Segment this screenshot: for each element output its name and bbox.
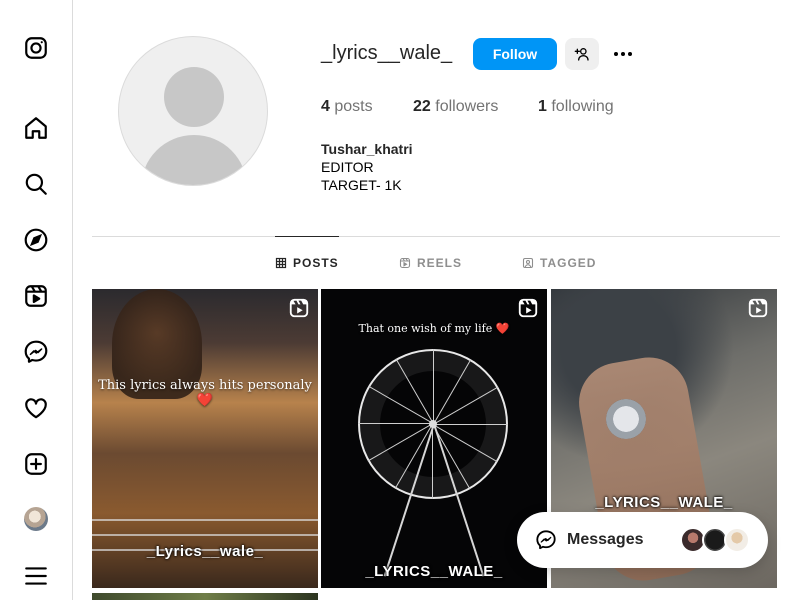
- reel-indicator-icon: [748, 298, 768, 318]
- messenger-icon: [536, 530, 556, 550]
- post-thumbnail[interactable]: [92, 593, 318, 600]
- create-icon[interactable]: [22, 450, 50, 478]
- tab-tagged[interactable]: TAGGED: [522, 256, 596, 270]
- post-watermark: _Lyrics__wale_: [146, 543, 264, 560]
- default-avatar-body: [141, 135, 247, 185]
- profile-full-name: Tushar_khatri: [321, 141, 413, 157]
- post-watermark: _LYRICS__WALE_: [365, 563, 503, 580]
- grid-icon: [275, 257, 287, 269]
- add-user-icon: [574, 48, 589, 61]
- reels-icon[interactable]: [22, 282, 50, 310]
- default-avatar-head: [164, 67, 224, 127]
- tag-icon: [522, 257, 534, 269]
- followers-stat[interactable]: 22 followers: [413, 98, 498, 116]
- tab-posts[interactable]: POSTS: [275, 256, 339, 270]
- post-caption: This lyrics always hits personaly ❤️: [98, 378, 312, 408]
- fence-rail: [92, 519, 318, 521]
- posts-stat: 4 posts: [321, 98, 373, 116]
- following-stat[interactable]: 1 following: [538, 98, 614, 116]
- active-tab-indicator: [275, 236, 339, 237]
- profile-username: _lyrics__wale_: [321, 42, 453, 64]
- tab-label: REELS: [417, 256, 463, 270]
- post-thumbnail[interactable]: That one wish of my life ❤️ _LYRICS__WAL…: [321, 289, 547, 588]
- heart-icon[interactable]: [22, 394, 50, 422]
- post-watermark: _LYRICS__WALE_: [595, 494, 733, 511]
- reels-icon: [399, 257, 411, 269]
- follow-button[interactable]: Follow: [473, 38, 557, 70]
- search-icon[interactable]: [22, 170, 50, 198]
- wheel-spoke: [433, 424, 508, 425]
- messages-label: Messages: [567, 531, 644, 548]
- followers-label: followers: [435, 98, 499, 115]
- suggested-users-button[interactable]: [565, 38, 599, 70]
- post-thumbnail[interactable]: This lyrics always hits personaly ❤️ _Ly…: [92, 289, 318, 588]
- tab-label: TAGGED: [540, 256, 597, 270]
- menu-icon[interactable]: [22, 562, 50, 590]
- wristwatch: [606, 399, 646, 439]
- reel-indicator-icon: [518, 298, 538, 318]
- more-horizontal-icon: [614, 52, 632, 56]
- followers-count: 22: [413, 98, 431, 115]
- posts-label: posts: [334, 98, 373, 115]
- wheel-spoke: [432, 424, 433, 499]
- tabs-divider: [92, 236, 780, 237]
- following-count: 1: [538, 98, 547, 115]
- following-label: following: [551, 98, 614, 115]
- sidebar: [0, 0, 73, 600]
- profile-avatar[interactable]: [24, 507, 48, 531]
- more-options-button[interactable]: [609, 40, 637, 68]
- post-caption: That one wish of my life ❤️: [358, 322, 510, 335]
- wheel-spoke: [433, 349, 434, 424]
- reel-indicator-icon: [289, 298, 309, 318]
- wheel-spoke: [358, 423, 433, 424]
- tab-label: POSTS: [293, 256, 339, 270]
- messenger-icon[interactable]: [22, 338, 50, 366]
- avatar: [724, 527, 750, 553]
- profile-bio: Tushar_khatri EDITOR TARGET- 1K: [321, 140, 413, 194]
- explore-icon[interactable]: [22, 226, 50, 254]
- bio-line: TARGET- 1K: [321, 177, 402, 193]
- wheel-hub: [429, 420, 437, 428]
- messages-bar[interactable]: Messages: [517, 512, 768, 568]
- posts-count: 4: [321, 98, 330, 115]
- profile-picture[interactable]: [118, 36, 268, 186]
- tab-reels[interactable]: REELS: [399, 256, 462, 270]
- instagram-logo-icon[interactable]: [22, 34, 50, 62]
- home-icon[interactable]: [22, 114, 50, 142]
- fence-rail: [92, 534, 318, 536]
- recent-chats-avatars: [680, 527, 750, 553]
- bio-line: EDITOR: [321, 159, 374, 175]
